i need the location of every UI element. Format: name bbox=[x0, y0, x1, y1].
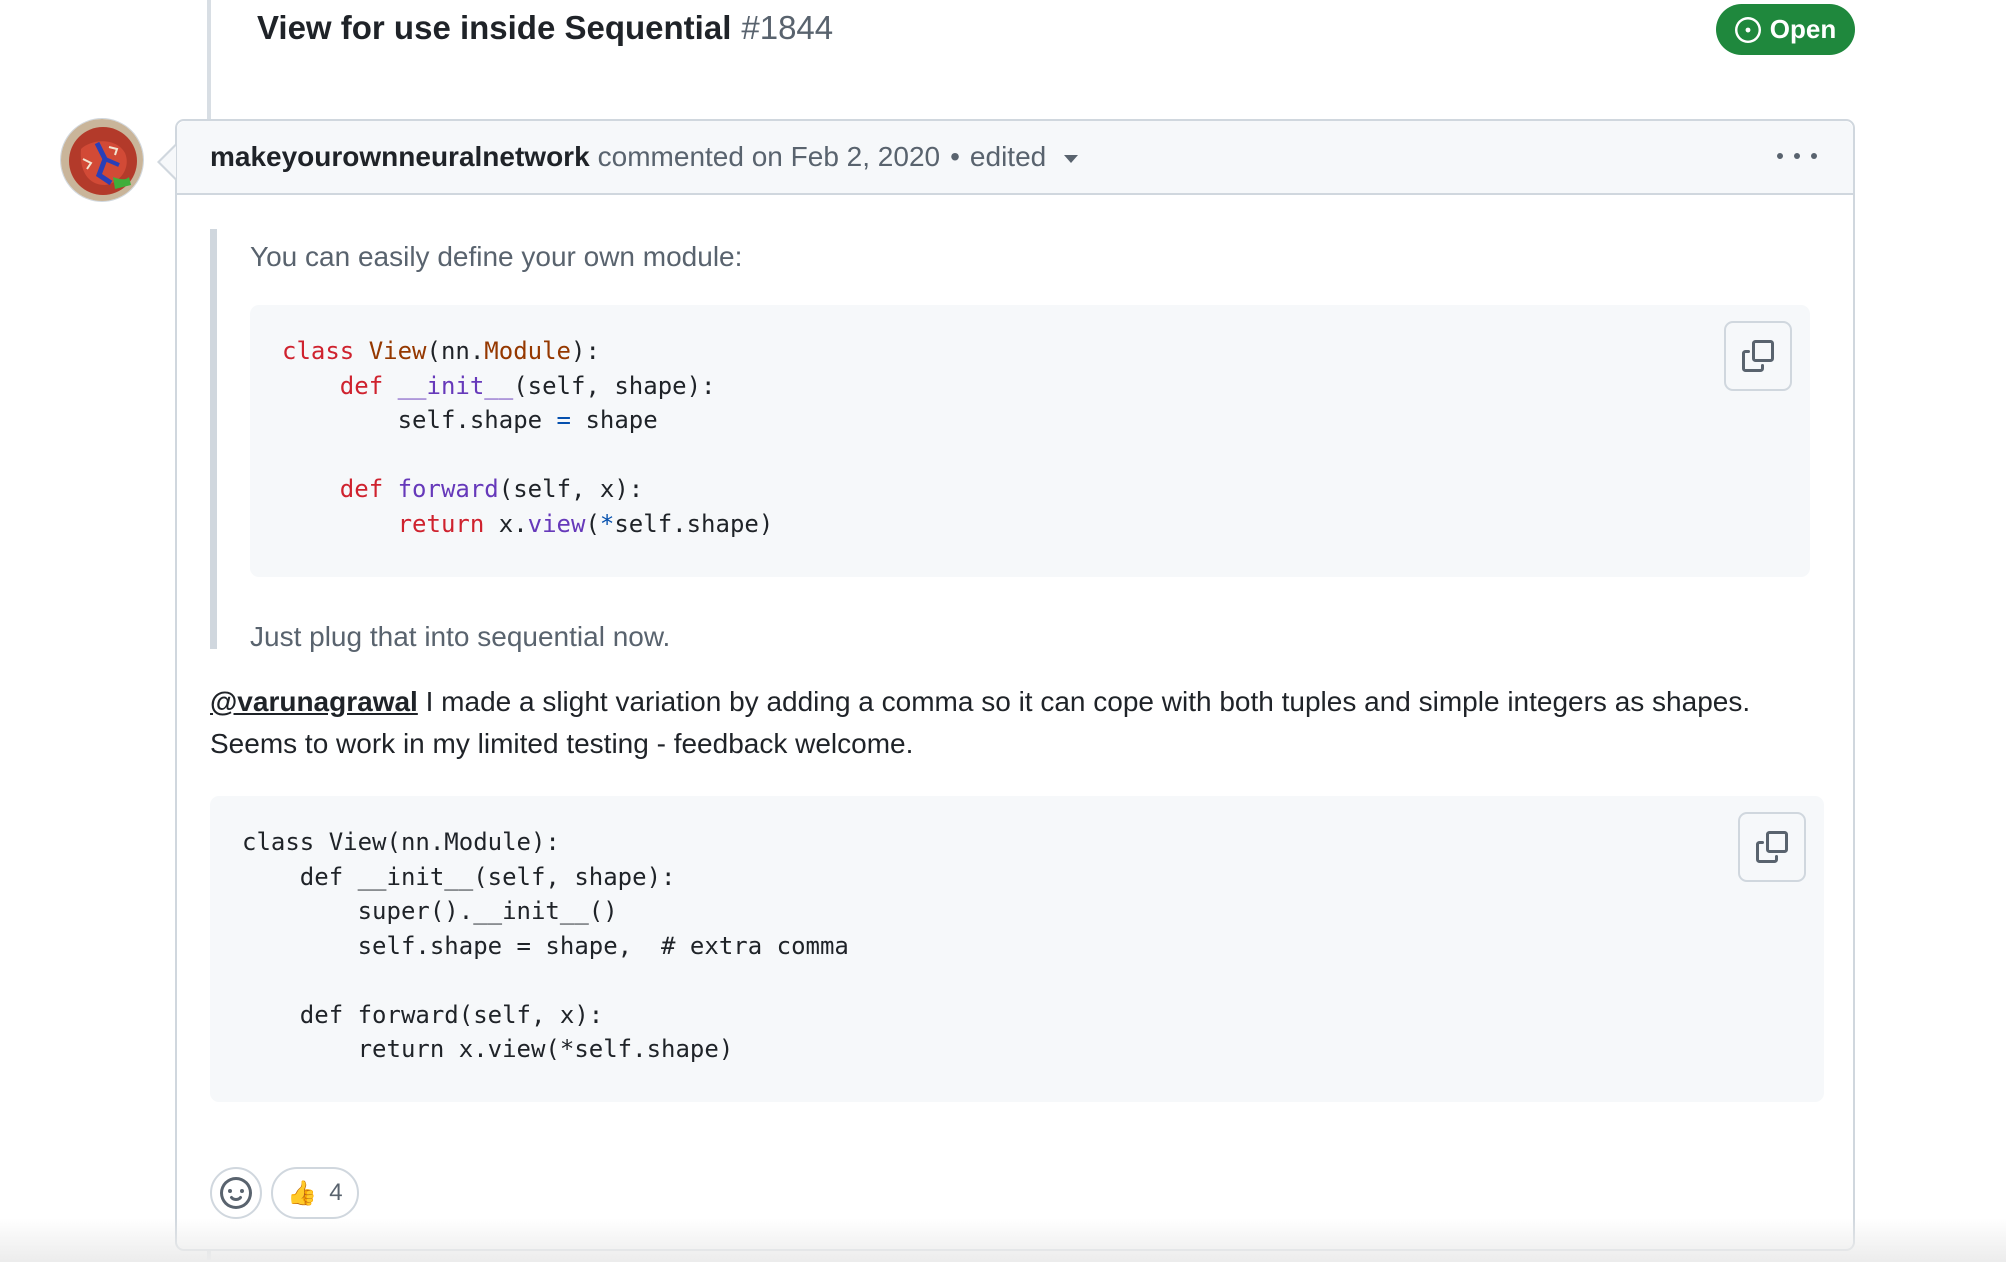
comment-body-text: I made a slight variation by adding a co… bbox=[417, 686, 1751, 717]
copy-button[interactable] bbox=[1724, 321, 1792, 391]
issue-header: View for use inside Sequential #1844 bbox=[257, 0, 833, 56]
issue-title: View for use inside Sequential bbox=[257, 9, 732, 46]
comment-body-line1: @varunagrawal I made a slight variation … bbox=[210, 681, 1750, 723]
thumbs-up-icon: 👍 bbox=[287, 1179, 318, 1207]
edited-label[interactable]: edited bbox=[970, 141, 1046, 173]
user-mention[interactable]: @varunagrawal bbox=[210, 686, 418, 717]
comment-code-block: class View(nn.Module): def __init__(self… bbox=[210, 796, 1824, 1102]
comment-timestamp[interactable]: commented on Feb 2, 2020 bbox=[598, 141, 940, 173]
comment-body-line2: Seems to work in my limited testing - fe… bbox=[210, 728, 914, 759]
add-reaction-button[interactable] bbox=[210, 1167, 262, 1219]
comment-arrow-fill bbox=[160, 146, 176, 178]
caret-down-icon[interactable] bbox=[1064, 155, 1079, 163]
comment-box: makeyourownneuralnetwork commented on Fe… bbox=[175, 119, 1855, 1251]
quote-intro: You can easily define your own module: bbox=[250, 241, 743, 272]
smiley-icon bbox=[220, 1177, 252, 1209]
avatar-image bbox=[61, 119, 143, 201]
thumbs-up-count: 4 bbox=[329, 1179, 343, 1206]
copy-icon bbox=[1756, 831, 1788, 863]
issue-state-label: Open bbox=[1769, 14, 1837, 44]
blockquote: You can easily define your own module: c… bbox=[210, 229, 1820, 652]
copy-button[interactable] bbox=[1738, 812, 1806, 882]
copy-icon bbox=[1742, 340, 1774, 372]
quote-code: class View(nn.Module): def __init__(self… bbox=[282, 337, 774, 538]
issue-open-icon bbox=[1734, 16, 1761, 43]
thumbs-up-reaction[interactable]: 👍 4 bbox=[271, 1167, 359, 1219]
issue-number: #1844 bbox=[741, 9, 834, 46]
page: View for use inside Sequential #1844 Ope… bbox=[0, 0, 2006, 1262]
bottom-fade bbox=[0, 1218, 2006, 1262]
quote-outro: Just plug that into sequential now. bbox=[250, 621, 671, 652]
comment-header: makeyourownneuralnetwork commented on Fe… bbox=[177, 121, 1853, 195]
quote-code-block: class View(nn.Module): def __init__(self… bbox=[250, 305, 1810, 577]
comment-code: class View(nn.Module): def __init__(self… bbox=[242, 828, 849, 1063]
issue-state-badge: Open bbox=[1716, 4, 1855, 55]
kebab-icon[interactable] bbox=[1777, 141, 1817, 171]
avatar[interactable] bbox=[60, 118, 144, 202]
comment-author[interactable]: makeyourownneuralnetwork bbox=[210, 141, 590, 173]
header-separator: • bbox=[950, 141, 960, 172]
